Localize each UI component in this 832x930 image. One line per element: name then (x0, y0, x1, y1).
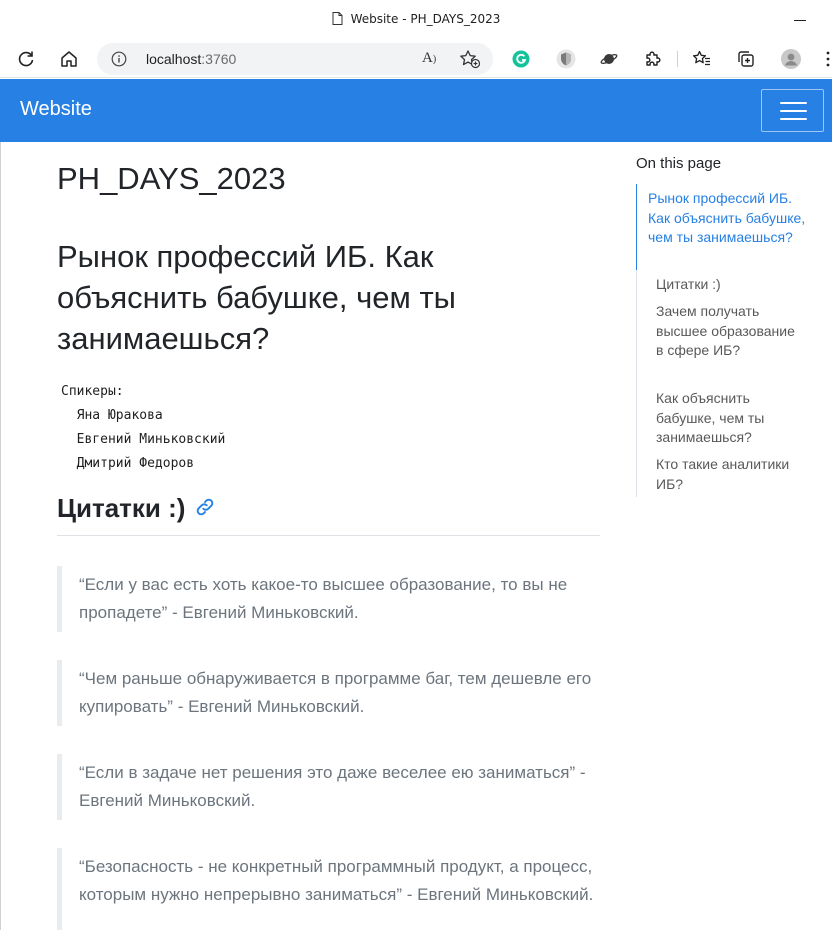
window-title: Website - PH_DAYS_2023 (0, 12, 832, 26)
toc-heading: On this page (636, 155, 722, 172)
quote-block: “Безопасность - не конкретный программны… (57, 848, 600, 930)
section-heading-text: Цитатки :) (57, 493, 186, 523)
hamburger-icon-bar (780, 118, 807, 120)
url-host: localhost (146, 51, 202, 67)
favorites-icon (692, 50, 710, 66)
hamburger-icon-bar (780, 110, 807, 112)
more-menu-icon (826, 51, 830, 67)
planet-extension-button[interactable] (597, 47, 621, 71)
home-icon (61, 51, 77, 67)
section-heading: Цитатки :) (57, 493, 215, 524)
profile-button[interactable] (779, 47, 803, 71)
collections-icon (738, 51, 754, 67)
url-port: :3760 (201, 51, 237, 67)
shield-extension-button[interactable] (554, 47, 578, 71)
refresh-icon (18, 51, 34, 67)
page-left-border (0, 142, 1, 930)
menu-button[interactable] (816, 47, 832, 71)
extensions-button[interactable] (641, 47, 665, 71)
read-aloud-icon[interactable]: A) (422, 50, 442, 68)
toc-active-indicator (636, 184, 637, 270)
toc-item[interactable]: Цитатки :) (656, 275, 806, 295)
url-text[interactable]: localhost:3760 (146, 51, 236, 67)
site-info-icon[interactable] (111, 51, 127, 67)
navbar-toggler-button[interactable] (761, 89, 824, 132)
browser-toolbar: localhost:3760 A) (0, 40, 832, 78)
toc-item[interactable]: Кто такие аналитики ИБ? (656, 455, 806, 494)
anchor-link-icon[interactable] (195, 497, 215, 517)
grammarly-extension-button[interactable] (509, 47, 533, 71)
speakers-code-block: Спикеры: Яна Юракова Евгений Миньковский… (61, 384, 226, 471)
avatar-icon (781, 49, 801, 69)
planet-icon (600, 54, 618, 64)
page-title: PH_DAYS_2023 (57, 161, 286, 196)
window-title-text: Website - PH_DAYS_2023 (350, 12, 501, 26)
add-favorite-icon[interactable] (459, 49, 481, 69)
section-divider (57, 535, 600, 536)
puzzle-icon (646, 51, 661, 66)
site-navbar: Website (0, 79, 832, 142)
navbar-brand[interactable]: Website (20, 98, 92, 121)
shield-icon (556, 49, 576, 69)
address-bar[interactable]: localhost:3760 A) (97, 43, 493, 75)
hamburger-icon-bar (780, 102, 807, 104)
quote-block: “Если в задаче нет решения это даже весе… (57, 754, 600, 820)
toc-item-active[interactable]: Рынок профессий ИБ. Как объяснить бабушк… (648, 189, 808, 248)
toc-item[interactable]: Как объяснить бабушке, чем ты занимаешьс… (656, 389, 806, 448)
toolbar-divider (677, 51, 678, 67)
quote-block: “Если у вас есть хоть какое-то высшее об… (57, 566, 600, 632)
minimize-button[interactable] (793, 12, 807, 26)
browser-titlebar: Website - PH_DAYS_2023 (0, 0, 832, 40)
grammarly-icon (512, 50, 530, 68)
document-icon (332, 12, 343, 25)
quote-block: “Чем раньше обнаруживается в программе б… (57, 660, 600, 726)
talk-title: Рынок профессий ИБ. Как объяснить бабушк… (57, 239, 456, 356)
collections-button[interactable] (734, 47, 758, 71)
favorites-button[interactable] (690, 47, 714, 71)
home-button[interactable] (57, 47, 81, 71)
toc-item[interactable]: Зачем получать высшее образование в сфер… (656, 302, 806, 361)
refresh-button[interactable] (14, 47, 38, 71)
